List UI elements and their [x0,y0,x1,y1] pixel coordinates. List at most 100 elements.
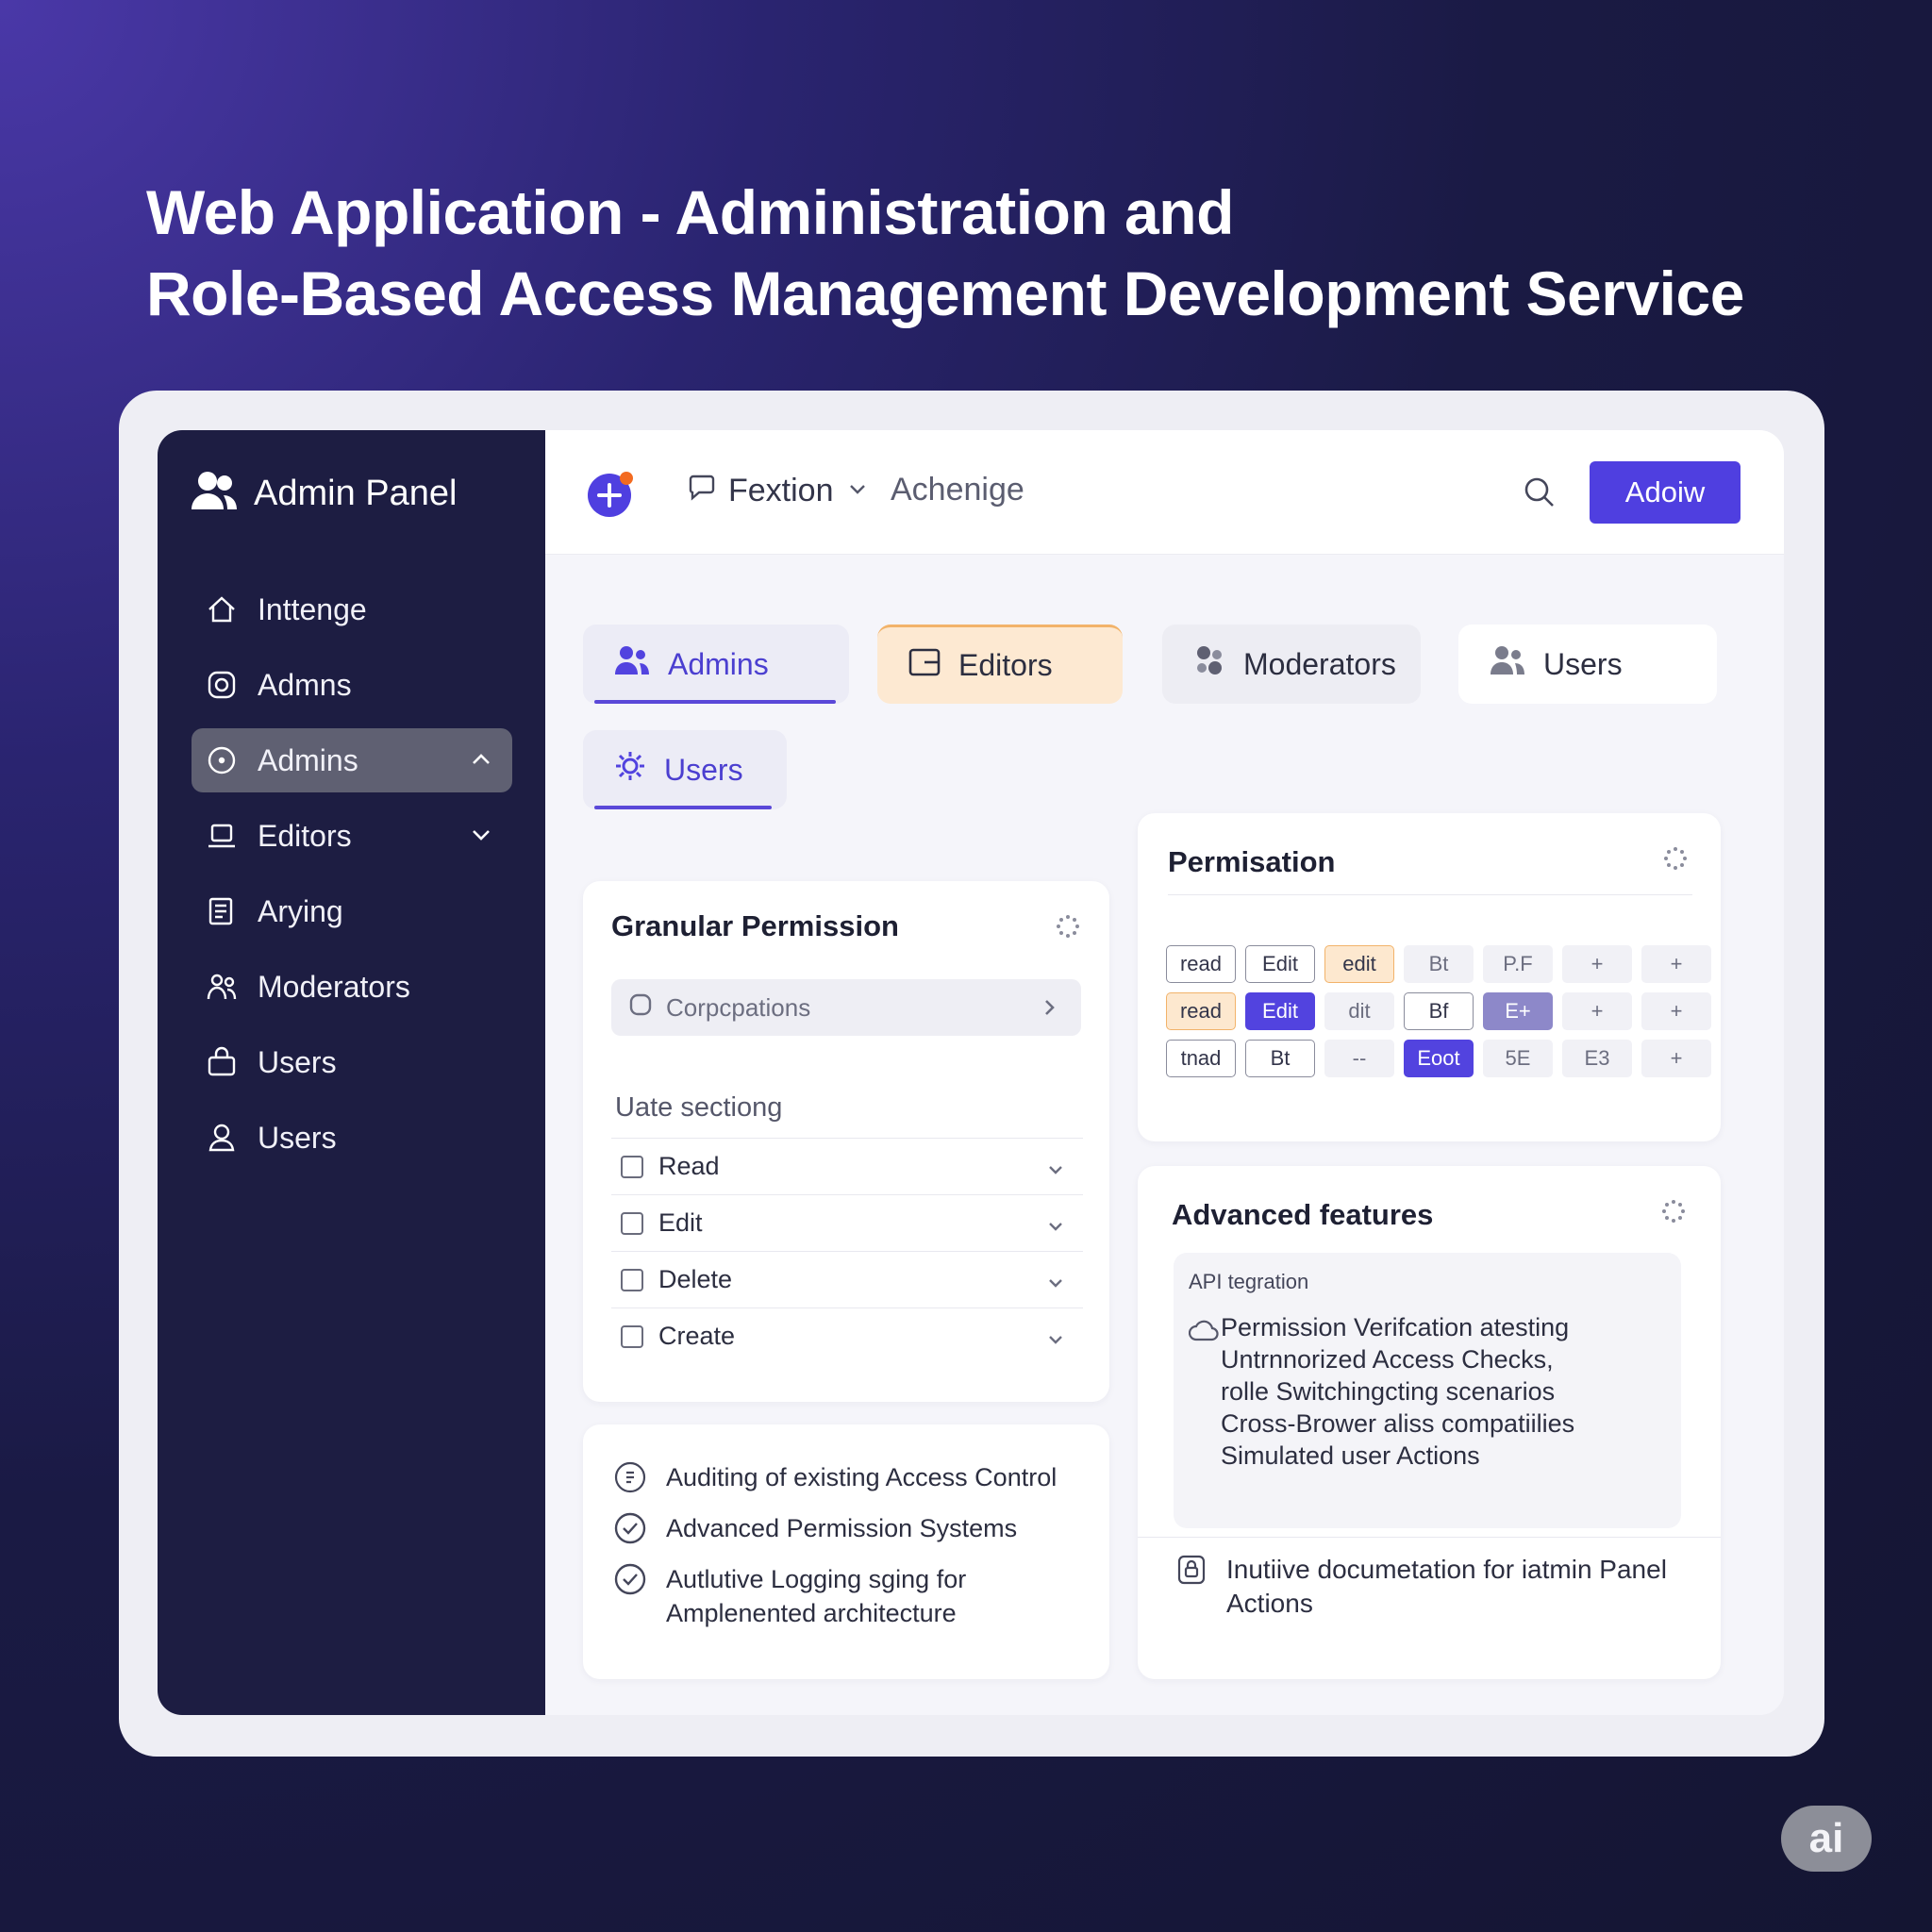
sidebar-item-label: Editors [258,818,352,853]
check-circle-icon [613,1562,647,1596]
matrix-cell[interactable]: -- [1324,1040,1394,1077]
checkbox[interactable] [621,1268,643,1291]
tab-underline [594,806,772,809]
feature-line: Amplenented architecture [666,1599,957,1627]
primary-action-button[interactable]: Adoiw [1590,461,1740,524]
documentation-row[interactable]: Inutiive documetation for iatmin Panel Ac… [1175,1553,1704,1621]
feature-item-logging: Autlutive Logging sging for Amplenented a… [613,1562,1085,1630]
users-icon [613,644,651,684]
matrix-cell[interactable]: Bt [1245,1040,1315,1077]
sidebar-item-moderators[interactable]: Moderators [192,955,512,1019]
granular-search-field[interactable]: Corpcpations [611,979,1081,1036]
matrix-row: tnad Bt -- Eoot 5E E3 + [1166,1040,1711,1077]
matrix-cell[interactable]: + [1641,945,1711,983]
users-icon [1489,644,1526,684]
matrix-cell[interactable]: + [1641,1040,1711,1077]
permission-item-delete[interactable]: Delete [611,1251,1083,1307]
api-line: Cross-Brower aliss compatiilies [1221,1409,1575,1438]
tab-users[interactable]: Users [1458,625,1717,704]
permission-item-create[interactable]: Create [611,1307,1083,1364]
advanced-features-card: Advanced features API tegration Permissi… [1138,1166,1721,1679]
sidebar-item-admins[interactable]: Admins [192,728,512,792]
matrix-cell[interactable]: P.F [1483,945,1553,983]
sidebar-item-editors[interactable]: Editors [192,804,512,868]
matrix-cell[interactable]: Eoot [1404,1040,1474,1077]
home-icon [205,592,239,626]
feature-item-label: Advanced Permission Systems [666,1514,1018,1542]
chevron-up-icon[interactable] [467,745,495,781]
features-list: Auditing of existing Access Control Adva… [613,1460,1085,1647]
grid-dots-icon[interactable] [1660,1198,1687,1229]
tab-users-settings[interactable]: Users [583,730,787,809]
matrix-cell[interactable]: tnad [1166,1040,1236,1077]
tab-moderators[interactable]: Moderators [1162,625,1421,704]
matrix-cell[interactable]: + [1641,992,1711,1030]
add-logo-icon[interactable] [587,470,633,517]
permission-item-edit[interactable]: Edit [611,1194,1083,1251]
matrix-cell[interactable]: E3 [1562,1040,1632,1077]
chat-icon [687,472,717,510]
permission-item-read[interactable]: Read [611,1138,1083,1194]
hero-title-line-1: Web Application - Administration and [146,177,1234,247]
api-line: Simulated user Actions [1221,1441,1480,1470]
chevron-right-icon [1038,996,1060,1025]
tab-admins[interactable]: Admins [583,625,849,704]
tab-underline [594,700,836,704]
search-square-icon [628,992,653,1024]
sidebar-item-users-2[interactable]: Users [192,1106,512,1170]
chevron-down-icon[interactable] [1045,1214,1066,1243]
matrix-cell[interactable]: read [1166,945,1236,983]
matrix-cell[interactable]: dit [1324,992,1394,1030]
granular-section-label: Uate sectiong [615,1092,783,1123]
sidebar-item-label: Arying [258,893,343,928]
checkbox[interactable] [621,1211,643,1235]
top-menu-dropdown[interactable]: Fextion [687,472,870,510]
features-card: Auditing of existing Access Control Adva… [583,1424,1109,1679]
permission-item-label: Edit [658,1208,703,1237]
sidebar-item-users[interactable]: Users [192,1030,512,1094]
matrix-cell[interactable]: + [1562,945,1632,983]
chevron-down-icon[interactable] [1045,1158,1066,1187]
hero-title: Web Application - Administration and Rol… [146,172,1744,334]
top-menu-label: Fextion [728,473,834,508]
checkbox[interactable] [621,1155,643,1178]
api-line: rolle Switchingcting scenarios [1221,1377,1556,1406]
feature-item-label: Autlutive Logging sging for Amplenented a… [666,1562,966,1630]
chevron-down-icon[interactable] [1045,1271,1066,1300]
sidebar-item-label: Admns [258,667,352,702]
grid-dots-icon[interactable] [1055,913,1081,944]
users-group-icon [190,470,239,518]
checkbox[interactable] [621,1324,643,1348]
lock-doc-icon [1175,1553,1208,1621]
divider [1138,1537,1721,1538]
matrix-cell[interactable]: + [1562,992,1632,1030]
sidebar-item-inttenge[interactable]: Inttenge [192,577,512,641]
api-integration-lines: Permission Verifcation atesting Untrnnor… [1221,1311,1574,1472]
matrix-cell[interactable]: Bt [1404,945,1474,983]
matrix-cell[interactable]: E+ [1483,992,1553,1030]
sidebar-brand[interactable]: Admin Panel [190,470,457,518]
feature-item-label: Auditing of existing Access Control [666,1463,1058,1491]
grid-dots-icon[interactable] [1662,845,1689,876]
bag-icon [205,1045,239,1079]
tab-editors[interactable]: Editors [877,625,1123,704]
matrix-cell[interactable]: 5E [1483,1040,1553,1077]
matrix-cell[interactable]: edit [1324,945,1394,983]
doc-line: Actions [1226,1589,1313,1618]
matrix-cell[interactable]: read [1166,992,1236,1030]
search-icon[interactable] [1523,475,1557,514]
matrix-row: read Edit edit Bt P.F + + [1166,945,1711,983]
matrix-cell[interactable]: Edit [1245,945,1315,983]
sidebar-item-admns[interactable]: Admns [192,653,512,717]
chevron-down-icon[interactable] [1045,1327,1066,1357]
sidebar-item-label: Admins [258,742,358,777]
sidebar-item-arying[interactable]: Arying [192,879,512,943]
matrix-cell[interactable]: Edit [1245,992,1315,1030]
matrix-cell[interactable]: Bf [1404,992,1474,1030]
divider [1168,894,1692,895]
documentation-text: Inutiive documetation for iatmin Panel Ac… [1226,1553,1667,1621]
advanced-features-title: Advanced features [1172,1198,1434,1231]
top-link[interactable]: Achenige [891,472,1024,508]
chevron-down-icon[interactable] [467,821,495,857]
top-bar: Fextion Achenige Adoiw [545,430,1784,555]
